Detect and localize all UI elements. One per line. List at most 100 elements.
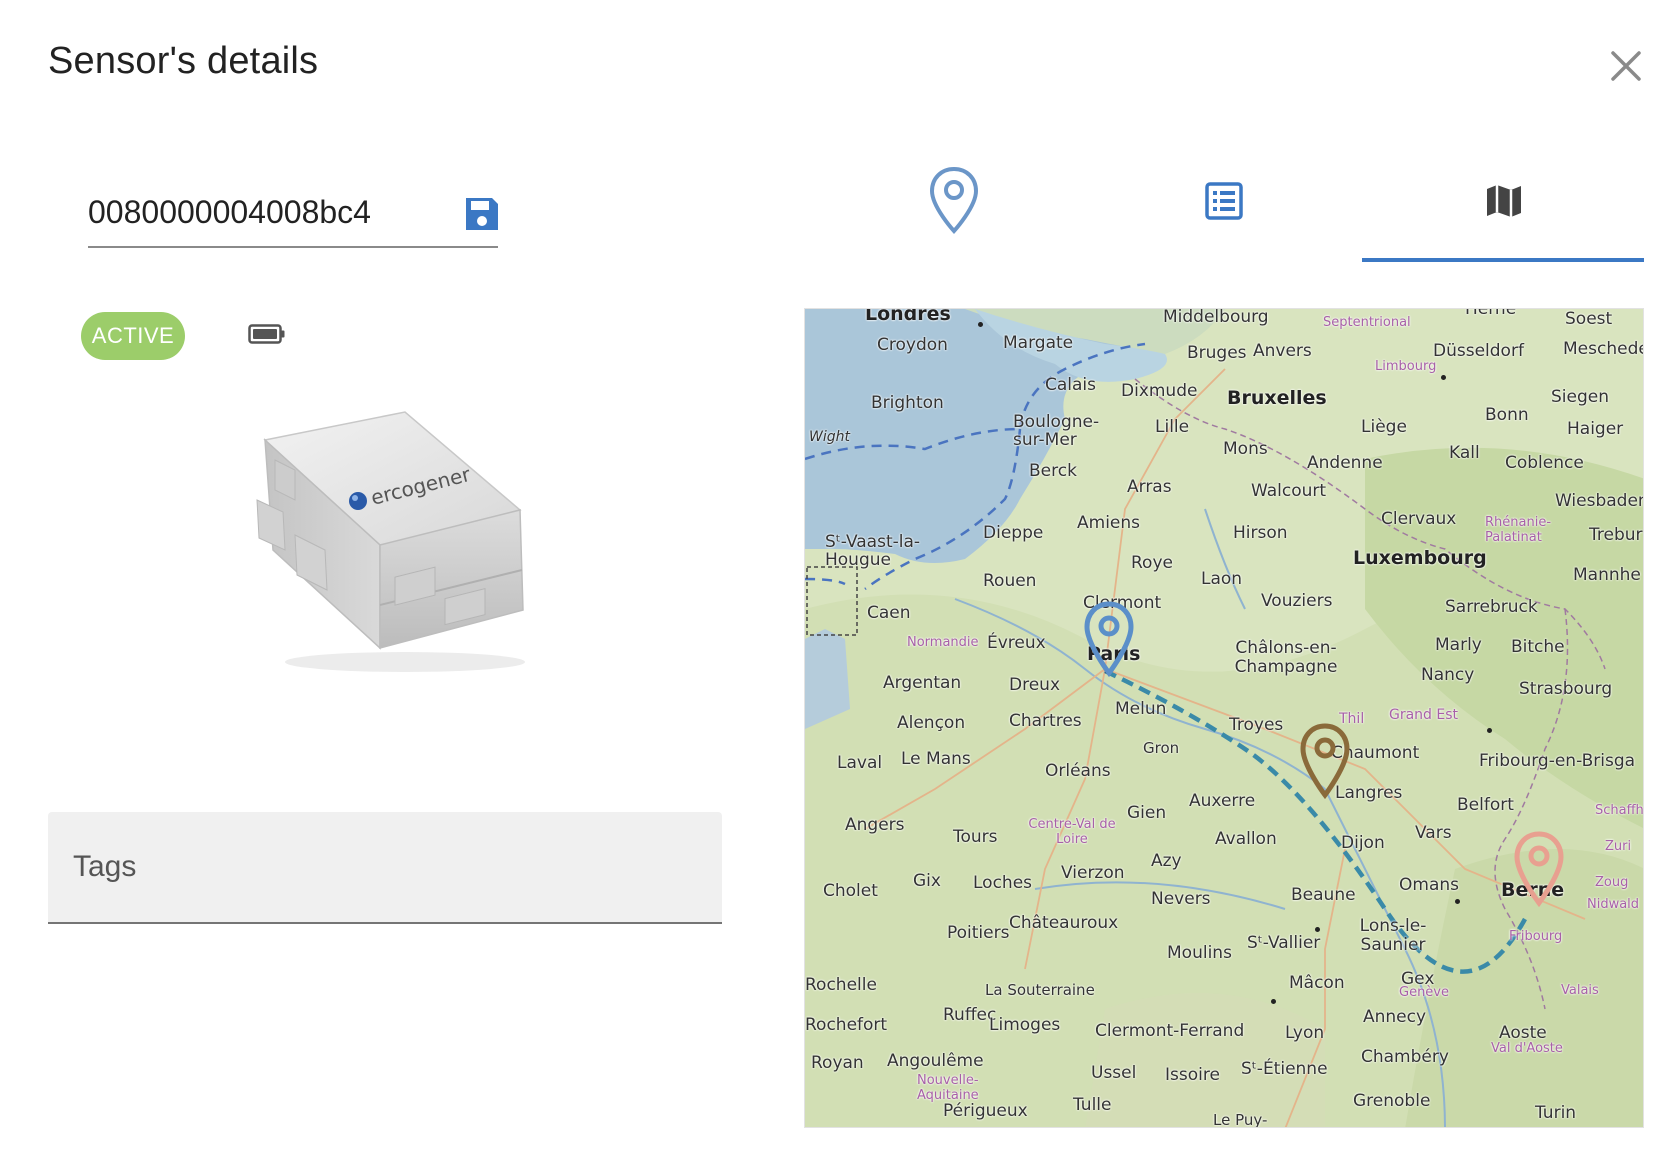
map-label: Châteauroux <box>1009 913 1119 933</box>
map-label: Laval <box>837 753 883 773</box>
map-label: Wight <box>809 429 850 445</box>
map-label: Nidwald <box>1587 897 1640 912</box>
map-label: Nevers <box>1151 889 1211 909</box>
location-marker-paris[interactable] <box>1081 599 1137 679</box>
map-pin-icon <box>1514 831 1564 908</box>
map-label: Chambéry <box>1361 1047 1449 1067</box>
map-label: Sarrebruck <box>1445 597 1538 617</box>
map-view[interactable]: Londres Middelbourg Septentrional Herne … <box>804 308 1644 1128</box>
map-label: Düsseldorf <box>1433 341 1524 361</box>
map-label: Évreux <box>987 633 1046 653</box>
map-label: Avallon <box>1215 829 1277 849</box>
map-label: Mannhe <box>1573 565 1641 585</box>
map-pin-icon <box>1300 723 1350 800</box>
map-label: Londres <box>865 308 951 325</box>
map-label: Nouvelle-Aquitaine <box>917 1073 979 1103</box>
map-label: Loches <box>973 873 1033 893</box>
map-label: Belfort <box>1457 795 1514 815</box>
map-label: Lons-le-Saunier <box>1359 916 1427 955</box>
map-label: Gix <box>913 871 941 891</box>
tab-location[interactable] <box>804 140 1104 262</box>
map-label: Siegen <box>1551 387 1609 407</box>
tags-field[interactable]: Tags <box>48 812 722 924</box>
tab-list[interactable] <box>1084 140 1364 262</box>
map-label: Alençon <box>897 713 966 733</box>
map-label: Grand Est <box>1389 707 1459 723</box>
map-label: Gien <box>1127 803 1167 823</box>
map-label: Bruges <box>1187 343 1247 363</box>
map-label: Orléans <box>1045 761 1111 781</box>
map-label: Rochelle <box>805 975 877 995</box>
map-pin-icon <box>929 166 979 234</box>
map-label: Turin <box>1535 1103 1577 1123</box>
map-label: Haiger <box>1567 419 1624 439</box>
map-label: Croydon <box>877 335 948 355</box>
map-label: Liège <box>1361 417 1407 437</box>
map-label: Wiesbaden <box>1555 491 1644 511</box>
map-label: Herne <box>1465 308 1517 319</box>
close-icon <box>1611 51 1641 81</box>
map-label: Brighton <box>871 393 944 413</box>
map-label: Schaffh <box>1595 803 1644 818</box>
map-label: Rochefort <box>805 1015 888 1035</box>
map-label: Marly <box>1435 635 1482 655</box>
map-label: Margate <box>1003 333 1074 353</box>
map-label: Issoire <box>1165 1065 1220 1085</box>
map-label: Amiens <box>1077 513 1141 533</box>
location-marker-chaumont[interactable] <box>1297 721 1353 801</box>
map-label: Strasbourg <box>1519 679 1613 699</box>
map-label: Aoste <box>1499 1023 1547 1043</box>
sensor-device-image: ercogener <box>255 400 545 680</box>
map-label: Middelbourg <box>1163 308 1269 327</box>
map-label: Mâcon <box>1289 973 1345 993</box>
map-label: Royan <box>811 1053 864 1073</box>
tab-map[interactable] <box>1364 140 1644 262</box>
map-label: Tulle <box>1073 1095 1112 1115</box>
map-label: Val d'Aoste <box>1491 1041 1563 1056</box>
map-label: Walcourt <box>1251 481 1327 501</box>
map-label: La Souterraine <box>985 981 1095 999</box>
map-label: Soest <box>1565 309 1613 329</box>
map-icon <box>1487 185 1521 217</box>
map-label: Boulogne-sur-Mer <box>1013 412 1100 450</box>
map-label: Melun <box>1115 699 1167 719</box>
map-label: Vars <box>1415 823 1452 843</box>
map-label: Trebur <box>1589 525 1643 545</box>
map-label: Roye <box>1131 553 1173 573</box>
map-label: Dijon <box>1341 833 1385 853</box>
map-label: Lille <box>1155 417 1190 437</box>
map-label: Lyon <box>1285 1023 1325 1043</box>
map-label: Beaune <box>1291 885 1356 905</box>
location-marker-berne[interactable] <box>1511 829 1567 909</box>
map-label: Troyes <box>1229 715 1284 735</box>
tags-label: Tags <box>73 850 137 883</box>
map-label: Arras <box>1127 477 1172 497</box>
map-label: Grenoble <box>1353 1091 1431 1111</box>
battery-icon <box>248 322 286 346</box>
map-label: Ussel <box>1091 1063 1137 1083</box>
map-label: Le Mans <box>901 749 971 769</box>
status-badge: ACTIVE <box>81 312 185 360</box>
view-tabs <box>804 140 1644 262</box>
map-label: Angers <box>845 815 905 835</box>
map-label: Angoulême <box>887 1051 984 1071</box>
save-button[interactable] <box>462 194 502 234</box>
map-label: Dieppe <box>983 523 1044 543</box>
map-label: Clervaux <box>1381 509 1457 529</box>
map-label: Moulins <box>1167 943 1232 963</box>
map-label: Auxerre <box>1189 791 1256 811</box>
map-label: Kall <box>1449 443 1480 463</box>
map-label: Azy <box>1151 851 1182 871</box>
map-label: Fribourg-en-Brisga <box>1479 751 1636 771</box>
close-button[interactable] <box>1606 46 1646 86</box>
map-label: Rouen <box>983 571 1037 591</box>
map-label: Le Puy- <box>1213 1111 1268 1128</box>
map-label: Bitche <box>1511 637 1565 657</box>
map-label: Luxembourg <box>1353 547 1487 569</box>
sensor-id-input[interactable] <box>88 194 428 231</box>
map-label: Centre-Val de Loire <box>1028 817 1116 847</box>
map-label: Sᵗ-Vallier <box>1247 933 1321 953</box>
map-label: Sᵗ-Étienne <box>1241 1059 1328 1079</box>
map-label: Omans <box>1399 875 1459 895</box>
map-label: Dixmude <box>1121 381 1198 401</box>
